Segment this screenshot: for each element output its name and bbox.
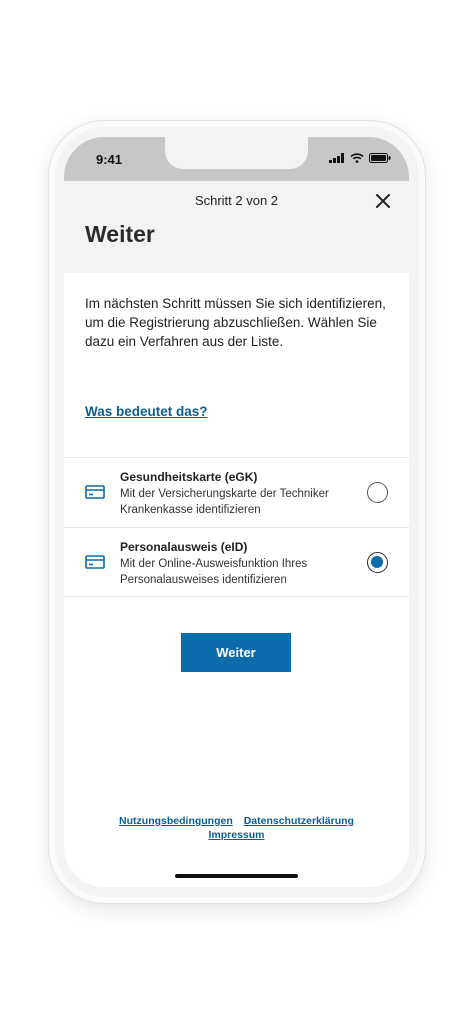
- terms-link[interactable]: Nutzungsbedingungen: [119, 815, 233, 827]
- phone-screen: 9:41 Schritt 2 von 2 Weiter Im nächsten …: [64, 137, 409, 887]
- status-icons: [329, 153, 391, 163]
- imprint-link[interactable]: Impressum: [208, 829, 264, 841]
- identification-options: Gesundheitskarte (eGK) Mit der Versicher…: [64, 457, 409, 597]
- card-icon: [85, 555, 105, 569]
- status-time: 9:41: [96, 152, 123, 167]
- help-link[interactable]: Was bedeutet das?: [85, 404, 208, 419]
- option-egk[interactable]: Gesundheitskarte (eGK) Mit der Versicher…: [64, 457, 409, 527]
- continue-button[interactable]: Weiter: [181, 633, 291, 672]
- step-indicator: Schritt 2 von 2: [194, 193, 279, 208]
- wifi-icon: [350, 153, 364, 163]
- notch: [165, 137, 308, 169]
- radio-eid[interactable]: [367, 552, 388, 573]
- status-bar: 9:41: [64, 137, 409, 181]
- header: Schritt 2 von 2 Weiter: [64, 181, 409, 273]
- option-title: Personalausweis (eID): [120, 540, 248, 554]
- card-icon: [85, 485, 105, 499]
- privacy-link[interactable]: Datenschutzerklärung: [244, 815, 354, 827]
- signal-icon: [329, 153, 344, 163]
- option-description: Mit der Versicherungskarte der Techniker…: [120, 488, 329, 516]
- intro-text: Im nächsten Schritt müssen Sie sich iden…: [85, 296, 386, 349]
- radio-egk[interactable]: [367, 482, 388, 503]
- page-title: Weiter: [85, 221, 155, 247]
- home-indicator: [175, 874, 298, 878]
- option-title: Gesundheitskarte (eGK): [120, 470, 258, 484]
- battery-icon: [369, 153, 391, 163]
- option-eid[interactable]: Personalausweis (eID) Mit der Online-Aus…: [64, 527, 409, 597]
- footer-links: Nutzungsbedingungen Datenschutzerklärung…: [64, 814, 409, 842]
- close-icon[interactable]: [373, 191, 393, 211]
- option-description: Mit der Online-Ausweisfunktion Ihres Per…: [120, 558, 308, 586]
